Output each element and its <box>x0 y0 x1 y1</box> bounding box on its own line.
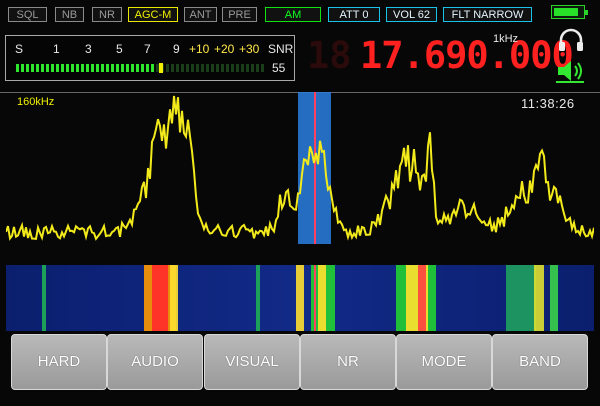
frequency-display[interactable]: 17.690.000 <box>360 34 574 78</box>
battery-icon <box>551 5 588 19</box>
waterfall-band <box>296 265 304 331</box>
s-meter-level <box>16 64 156 72</box>
audio-button[interactable]: AUDIO <box>107 334 203 390</box>
waterfall-band <box>550 265 558 331</box>
snr-value: 55 <box>272 61 286 75</box>
tuning-step-label[interactable]: 1kHz <box>493 33 518 45</box>
span-label: 160kHz <box>17 96 55 108</box>
waterfall-band <box>152 265 168 331</box>
snr-label: SNR <box>268 42 294 56</box>
waterfall-band <box>534 265 544 331</box>
visual-button[interactable]: VISUAL <box>204 334 300 390</box>
s-meter-scale-1: 1 <box>53 42 60 56</box>
waterfall-band <box>256 265 260 331</box>
s-meter-scale-5: 5 <box>116 42 123 56</box>
band-button[interactable]: BAND <box>492 334 588 390</box>
nb-toggle[interactable]: NB <box>55 7 84 22</box>
s-meter-scale-plus30: +30 <box>239 42 260 56</box>
agc-mode-toggle[interactable]: AGC-M <box>128 7 178 22</box>
battery-tip <box>585 10 588 15</box>
filter-control[interactable]: FLT NARROW <box>443 7 532 22</box>
battery-level <box>554 8 578 16</box>
mode-button[interactable]: MODE <box>396 334 492 390</box>
nr-toggle[interactable]: NR <box>92 7 122 22</box>
attenuator-control[interactable]: ATT 0 <box>328 7 380 22</box>
s-meter-scale-9: 9 <box>173 42 180 56</box>
nr-button[interactable]: NR <box>300 334 396 390</box>
waterfall-band <box>418 265 426 331</box>
antenna-toggle[interactable]: ANT <box>184 7 217 22</box>
waterfall-display[interactable] <box>6 265 594 331</box>
radio-screen: SQL NB NR AGC-M ANT PRE AM ATT 0 VOL 62 … <box>0 0 600 406</box>
s-meter-scale-plus20: +20 <box>214 42 235 56</box>
waterfall-band <box>506 265 536 331</box>
s-meter-scale-3: 3 <box>85 42 92 56</box>
waterfall-band <box>318 265 326 331</box>
modulation-badge[interactable]: AM <box>265 7 321 22</box>
s-meter-peak <box>158 63 163 73</box>
volume-control[interactable]: VOL 62 <box>386 7 437 22</box>
frequency-ghost-digits: 18 <box>307 34 352 77</box>
s-meter: S 1 3 5 7 9 +10 +20 +30 SNR 55 <box>5 35 295 81</box>
hard-button[interactable]: HARD <box>11 334 107 390</box>
headphones-icon[interactable] <box>558 28 584 52</box>
clock: 11:38:26 <box>521 96 575 111</box>
s-meter-bar <box>16 63 266 73</box>
s-meter-scale-plus10: +10 <box>189 42 210 56</box>
preamp-toggle[interactable]: PRE <box>222 7 257 22</box>
sql-toggle[interactable]: SQL <box>8 7 47 22</box>
spectrum-display[interactable] <box>6 92 594 264</box>
waterfall-band <box>170 265 178 331</box>
s-meter-scale-7: 7 <box>144 42 151 56</box>
speaker-icon[interactable] <box>555 58 585 84</box>
waterfall-band <box>42 265 46 331</box>
s-meter-scale-s: S <box>15 42 24 56</box>
